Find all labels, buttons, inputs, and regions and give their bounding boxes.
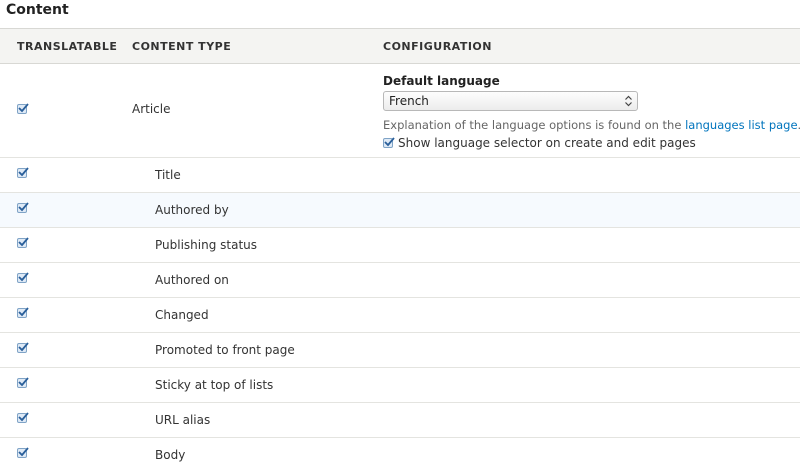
- translatable-checkbox[interactable]: [17, 272, 29, 283]
- language-description: Explanation of the language options is f…: [383, 118, 800, 132]
- check-icon: [18, 103, 29, 113]
- check-icon: [18, 447, 29, 457]
- show-language-selector-checkbox[interactable]: [383, 137, 395, 148]
- check-icon: [18, 342, 29, 352]
- article-configuration: Default language French Explanation of t…: [383, 74, 800, 151]
- field-label: Title: [155, 168, 181, 182]
- field-label: Promoted to front page: [155, 343, 295, 357]
- translatable-checkbox[interactable]: [17, 307, 29, 318]
- section-title: Content: [6, 2, 69, 18]
- header-translatable: TRANSLATABLE: [17, 40, 118, 53]
- table-row: Body: [0, 438, 800, 470]
- translatable-checkbox[interactable]: [17, 377, 29, 388]
- description-prefix: Explanation of the language options is f…: [383, 118, 686, 132]
- table-row: Authored by: [0, 193, 800, 228]
- field-label: Publishing status: [155, 238, 258, 252]
- field-label: Sticky at top of lists: [155, 378, 274, 392]
- check-icon: [384, 137, 395, 147]
- table-row: URL alias: [0, 403, 800, 438]
- show-language-selector[interactable]: Show language selector on create and edi…: [383, 135, 793, 151]
- content-translation-settings: Content TRANSLATABLE CONTENT TYPE CONFIG…: [0, 0, 800, 470]
- show-language-selector-label: Show language selector on create and edi…: [398, 136, 696, 150]
- table-row-article: Article Default language French Explanat…: [0, 64, 800, 158]
- translatable-checkbox[interactable]: [17, 167, 29, 178]
- translatable-checkbox[interactable]: [17, 342, 29, 353]
- header-content-type: CONTENT TYPE: [132, 40, 232, 53]
- table-header: TRANSLATABLE CONTENT TYPE CONFIGURATION: [0, 28, 800, 64]
- select-value: French: [389, 94, 429, 108]
- translatable-checkbox[interactable]: [17, 447, 29, 458]
- translatable-checkbox[interactable]: [17, 412, 29, 423]
- check-icon: [18, 202, 29, 212]
- table-row: Changed: [0, 298, 800, 333]
- table-row: Publishing status: [0, 228, 800, 263]
- check-icon: [18, 167, 29, 177]
- default-language-select[interactable]: French: [383, 91, 638, 111]
- content-type-label: Article: [132, 102, 171, 116]
- content-table: TRANSLATABLE CONTENT TYPE CONFIGURATION …: [0, 28, 800, 470]
- table-row: Title: [0, 158, 800, 193]
- field-label: Authored by: [155, 203, 229, 217]
- translatable-checkbox[interactable]: [17, 202, 29, 213]
- check-icon: [18, 237, 29, 247]
- header-configuration: CONFIGURATION: [383, 40, 492, 53]
- select-arrows-icon: [625, 95, 632, 107]
- field-label: Body: [155, 448, 186, 462]
- check-icon: [18, 272, 29, 282]
- table-row: Promoted to front page: [0, 333, 800, 368]
- field-label: Authored on: [155, 273, 229, 287]
- languages-list-link[interactable]: languages list page: [685, 118, 797, 132]
- check-icon: [18, 377, 29, 387]
- table-row: Sticky at top of lists: [0, 368, 800, 403]
- check-icon: [18, 307, 29, 317]
- table-row: Authored on: [0, 263, 800, 298]
- default-language-label: Default language: [383, 74, 500, 88]
- translatable-checkbox[interactable]: [17, 237, 29, 248]
- check-icon: [18, 412, 29, 422]
- field-label: URL alias: [155, 413, 211, 427]
- field-label: Changed: [155, 308, 209, 322]
- translatable-checkbox-article[interactable]: [17, 103, 29, 114]
